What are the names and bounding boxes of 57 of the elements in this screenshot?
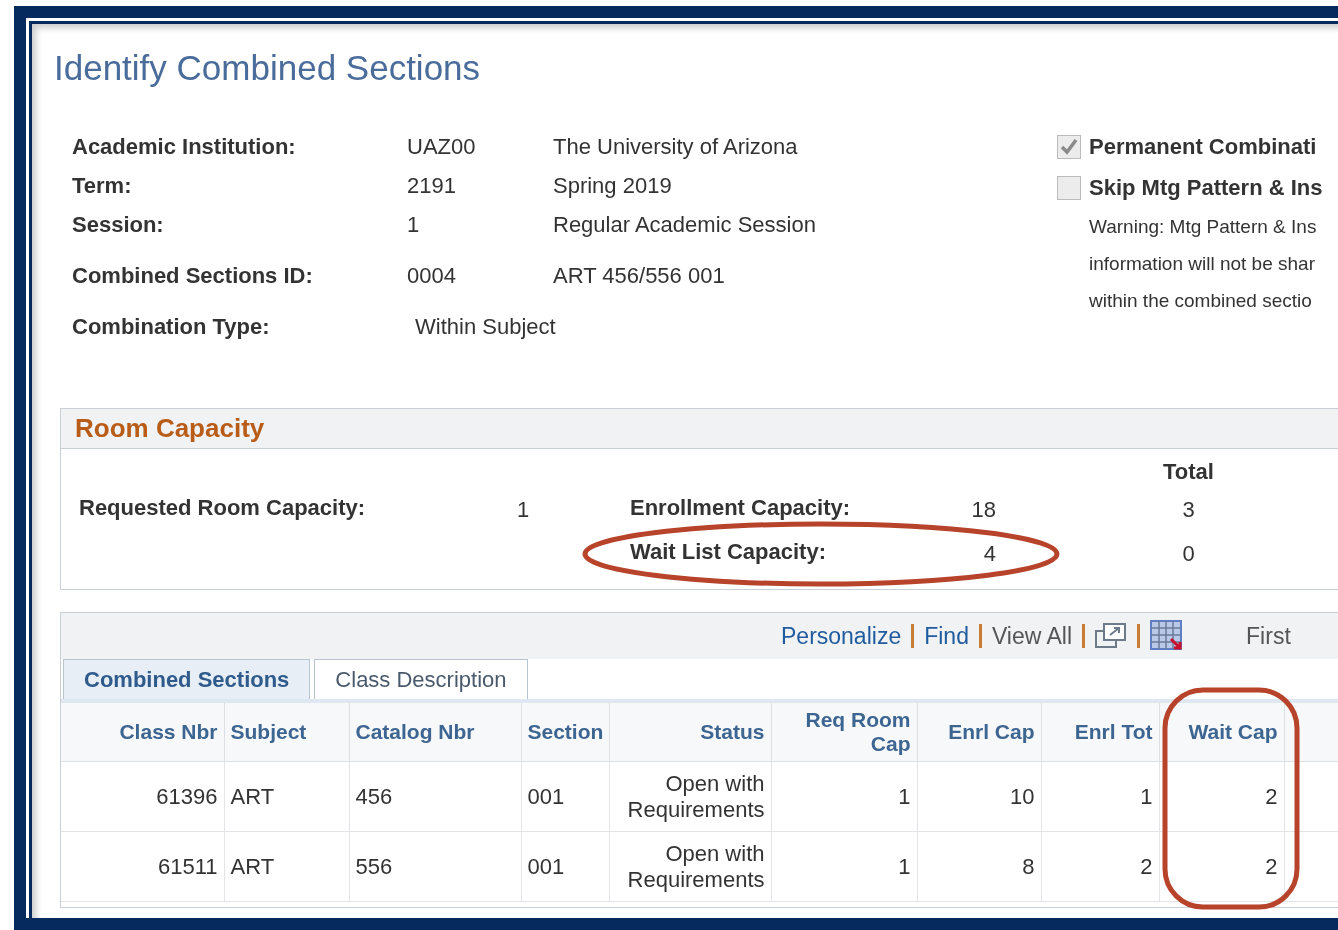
tab[interactable]: Class Description — [314, 659, 528, 699]
table-cell: ART — [224, 761, 349, 832]
table-cell: 1 — [771, 831, 917, 902]
page-title: Identify Combined Sections — [54, 47, 482, 89]
field-value: 0004 — [407, 263, 457, 288]
table-cell: Open with Requirements — [609, 831, 771, 902]
toolbar-link[interactable]: Personalize — [781, 622, 902, 650]
field-description: Spring 2019 — [553, 173, 673, 198]
toolbar-link[interactable]: Find — [924, 622, 969, 650]
field-value: UAZ00 — [407, 134, 477, 159]
field-value: 2191 — [407, 173, 457, 198]
table-cell: 001 — [521, 831, 609, 902]
table-cell: 2 — [1159, 831, 1284, 902]
field-value: 1 — [407, 212, 421, 237]
table-cell: 10 — [917, 761, 1041, 832]
field-value: Within Subject — [414, 314, 557, 339]
field-label: Combined Sections ID: — [72, 263, 314, 288]
total-value: 3 — [1181, 496, 1196, 522]
tab[interactable]: Combined Sections — [63, 659, 311, 699]
field-description: The University of Arizona — [553, 134, 799, 159]
table-cell: ART — [224, 831, 349, 902]
table-cell: 2 — [1159, 761, 1284, 832]
table-cell: Open with Requirements — [609, 761, 771, 832]
warning-text: information will not be shar — [1088, 252, 1316, 276]
field-label: Combination Type: — [72, 314, 271, 339]
table-cell: 556 — [349, 831, 521, 902]
new-window-icon[interactable] — [1095, 622, 1128, 650]
field-description: Regular Academic Session — [553, 212, 817, 237]
table-cell: 61511 — [61, 831, 224, 902]
table-cell: 2 — [1041, 831, 1159, 902]
checkbox-label: Permanent Combinati — [1089, 133, 1317, 160]
field-label: Wait List Capacity: — [630, 538, 826, 564]
field-label: Term: — [72, 173, 133, 198]
field-label: Requested Room Capacity: — [79, 494, 366, 520]
table-cell: 456 — [349, 761, 521, 832]
section-title: Room Capacity — [75, 413, 265, 444]
field-label: Enrollment Capacity: — [630, 494, 851, 520]
field-label: Session: — [72, 212, 165, 237]
column-header[interactable]: Status — [700, 720, 765, 744]
field-description: ART 456/556 001 — [553, 263, 726, 288]
pager-link[interactable]: First — [1246, 622, 1291, 650]
field-label: Academic Institution: — [72, 134, 297, 159]
warning-text: within the combined sectio — [1088, 289, 1313, 313]
warning-text: Warning: Mtg Pattern & Ins — [1088, 215, 1318, 239]
checkbox-label: Skip Mtg Pattern & Ins — [1089, 174, 1323, 201]
table-cell: 001 — [521, 761, 609, 832]
table-cell: 1 — [771, 761, 917, 832]
spreadsheet-download-icon[interactable] — [1150, 620, 1185, 652]
table-cell: 1 — [1041, 761, 1159, 832]
total-value: 0 — [1181, 540, 1196, 566]
field-value: 4 — [983, 540, 996, 566]
table-cell: 61396 — [61, 761, 224, 832]
view-all-label: View All — [991, 622, 1073, 650]
field-value: 1 — [515, 496, 531, 522]
table-cell: 8 — [917, 831, 1041, 902]
column-heading: Total — [1162, 458, 1215, 484]
field-value: 18 — [971, 496, 996, 522]
